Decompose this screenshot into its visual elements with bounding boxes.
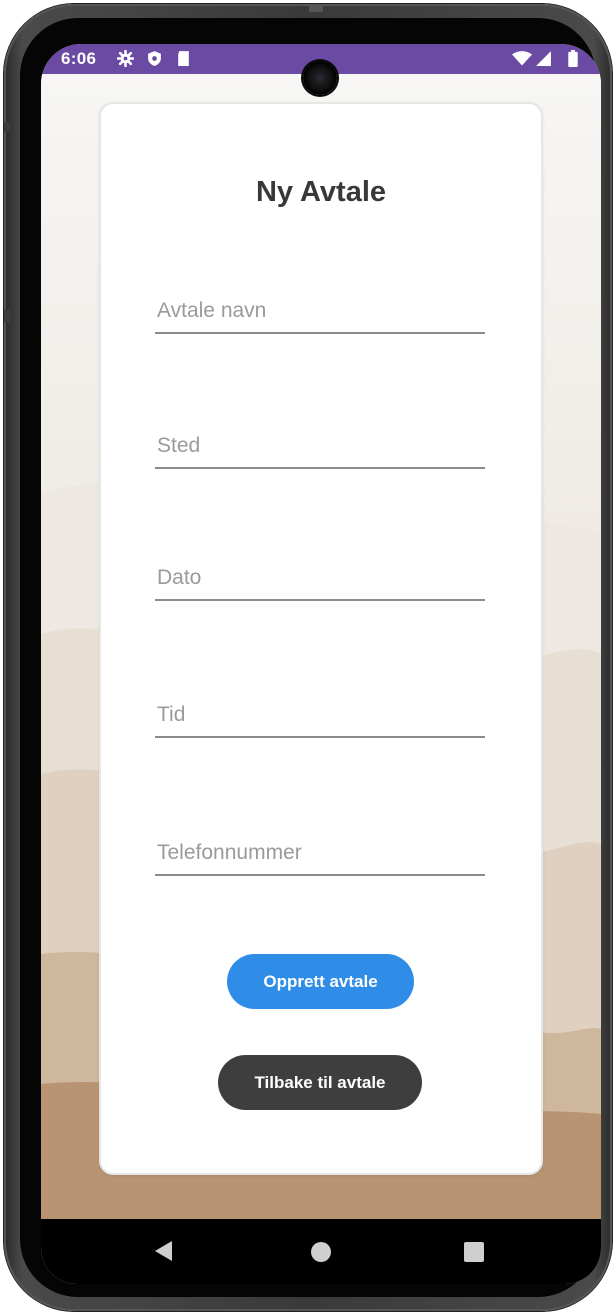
shield-icon <box>148 51 161 66</box>
sd-card-icon <box>178 51 189 66</box>
signal-icon <box>536 51 551 66</box>
new-appointment-card: Ny Avtale Opprett avtale Tilbake til avt… <box>99 102 543 1175</box>
phone-number-input[interactable] <box>155 832 485 876</box>
page-title: Ny Avtale <box>255 176 387 208</box>
phone-side-button <box>4 309 10 323</box>
phone-side-button <box>4 122 10 132</box>
appointment-name-input[interactable] <box>155 290 485 334</box>
back-to-appointments-button[interactable]: Tilbake til avtale <box>218 1055 422 1110</box>
back-icon[interactable] <box>155 1241 172 1261</box>
front-camera <box>303 61 337 95</box>
date-input[interactable] <box>155 557 485 601</box>
navigation-bar <box>41 1219 601 1284</box>
battery-icon <box>568 50 578 67</box>
create-appointment-button[interactable]: Opprett avtale <box>227 954 414 1009</box>
device-screen: 6:06 Ny Avtale Avtale navn Sted Dato Tid… <box>41 44 601 1284</box>
status-time: 6:06 <box>61 49 97 68</box>
phone-frame: 6:06 Ny Avtale Avtale navn Sted Dato Tid… <box>4 4 612 1311</box>
phone-top-edge <box>309 4 323 12</box>
location-input[interactable] <box>155 425 485 469</box>
gear-icon <box>117 50 134 67</box>
recents-icon[interactable] <box>464 1242 484 1262</box>
home-icon[interactable] <box>311 1242 331 1262</box>
wifi-icon <box>512 51 532 66</box>
time-input[interactable] <box>155 694 485 738</box>
